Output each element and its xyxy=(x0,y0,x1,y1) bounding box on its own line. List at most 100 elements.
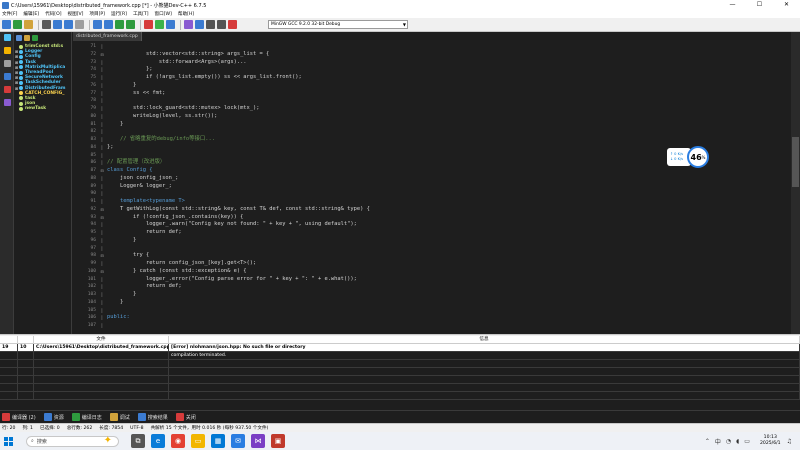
code-line[interactable]: if (!args_list.empty()) ss << args_list.… xyxy=(107,74,787,82)
toolbar-button-icon[interactable] xyxy=(104,20,113,29)
close-window-button[interactable]: ✕ xyxy=(773,0,800,10)
chrome-icon[interactable]: ◉ xyxy=(171,434,185,448)
code-line[interactable]: } xyxy=(107,121,787,129)
code-line[interactable]: logger_.error("Config parse error for " … xyxy=(107,276,787,284)
code-line[interactable]: return def; xyxy=(107,229,787,237)
notification-bell-icon[interactable]: ♫ xyxy=(787,438,792,445)
toolbar-button-icon[interactable] xyxy=(155,20,164,29)
code-area[interactable]: 71 72 73 74 75 76 77 78 79 80 81 82 83 84 85 86 87 88 89 90… xyxy=(73,43,791,334)
col-header-file[interactable]: 文件 xyxy=(34,336,169,343)
menu-item[interactable]: 视图[V] xyxy=(68,11,84,17)
message-row[interactable]: 19 10 C:\Users\15961\Desktop\distributed… xyxy=(0,344,800,352)
start-button[interactable] xyxy=(4,436,13,446)
code-line[interactable]: if (!config_json_.contains(key)) { xyxy=(107,214,787,222)
toolbar-button-icon[interactable] xyxy=(195,20,204,29)
code-line[interactable]: } catch (const std::exception& e) { xyxy=(107,268,787,276)
code-line[interactable]: } xyxy=(107,291,787,299)
toolbar-button-icon[interactable] xyxy=(184,20,193,29)
toolbar-button-icon[interactable] xyxy=(42,20,51,29)
class-tree-item[interactable]: newTask xyxy=(14,106,71,111)
toolbar-button-icon[interactable] xyxy=(93,20,102,29)
vs-icon[interactable]: ⋈ xyxy=(251,434,265,448)
toolbar-button-icon[interactable] xyxy=(126,20,135,29)
code-line[interactable]: }; xyxy=(107,66,787,74)
bottom-tab[interactable]: 资源 xyxy=(43,413,64,421)
fold-toggle-icon[interactable]: ⊟ xyxy=(99,167,105,175)
menu-item[interactable]: 编辑[E] xyxy=(23,11,39,17)
minimize-button[interactable]: — xyxy=(719,0,746,10)
toolbar-button-icon[interactable] xyxy=(206,20,215,29)
network-speed-widget[interactable]: ↑ 0 K/s ↓ 0 K/s 46% xyxy=(667,146,709,168)
code-line[interactable]: std::forward<Args>(args)... xyxy=(107,59,787,67)
sort-icon[interactable] xyxy=(16,35,22,41)
code-line[interactable]: std::vector<std::string> args_list = { xyxy=(107,51,787,59)
toolbar-button-icon[interactable] xyxy=(75,20,84,29)
maximize-button[interactable]: ☐ xyxy=(746,0,773,10)
menu-item[interactable]: 项目[P] xyxy=(89,11,105,17)
toolbar-button-icon[interactable] xyxy=(13,20,22,29)
col-header-line[interactable] xyxy=(0,336,18,343)
code-line[interactable]: ss << fmt; xyxy=(107,90,787,98)
toolbar-button-icon[interactable] xyxy=(115,20,124,29)
task-view-icon[interactable]: ⧉ xyxy=(131,434,145,448)
vertical-scrollbar[interactable] xyxy=(791,32,800,334)
toolbar-button-icon[interactable] xyxy=(2,20,11,29)
toolbar-button-icon[interactable] xyxy=(217,20,226,29)
menu-item[interactable]: 工具[T] xyxy=(133,11,149,17)
code-line[interactable]: } xyxy=(107,299,787,307)
col-header-message[interactable]: 信息 xyxy=(169,336,800,343)
volume-icon[interactable]: ◖ xyxy=(736,438,739,445)
toolbar-button-icon[interactable] xyxy=(166,20,175,29)
code-line[interactable]: T getWithLog(const std::string& key, con… xyxy=(107,206,787,214)
code-line[interactable] xyxy=(107,245,787,253)
code-line[interactable]: Logger& logger_; xyxy=(107,183,787,191)
menu-item[interactable]: 文件[F] xyxy=(2,11,17,17)
menu-item[interactable]: 代码[O] xyxy=(45,11,61,17)
code-line[interactable] xyxy=(107,190,787,198)
code-line[interactable]: class Config { xyxy=(107,167,787,175)
code-line[interactable] xyxy=(107,43,787,51)
menu-item[interactable]: 窗口[W] xyxy=(155,11,172,17)
code-line[interactable] xyxy=(107,307,787,315)
code-line[interactable]: std::lock_guard<std::mutex> lock(mtx_); xyxy=(107,105,787,113)
fold-toggle-icon[interactable]: ⊟ xyxy=(99,268,105,276)
code-line[interactable] xyxy=(107,97,787,105)
bottom-tab[interactable]: 搜索结果 xyxy=(137,413,168,421)
bottom-tab[interactable]: 编译日志 xyxy=(71,413,102,421)
menu-item[interactable]: 运行[R] xyxy=(111,11,127,17)
file-tab[interactable]: distributed_framework.cpp xyxy=(73,32,142,41)
tab-todo[interactable] xyxy=(0,97,14,107)
code-line[interactable]: return config_json_[key].get<T>(); xyxy=(107,260,787,268)
code-line[interactable] xyxy=(107,128,787,136)
toolbar-button-icon[interactable] xyxy=(64,20,73,29)
language-icon[interactable]: 中 xyxy=(715,437,721,446)
code-line[interactable]: // 省略重复的debug/info等接口... xyxy=(107,136,787,144)
fold-toggle-icon[interactable]: ⊟ xyxy=(99,252,105,260)
code-line[interactable]: } xyxy=(107,237,787,245)
tab-watch[interactable] xyxy=(0,71,14,81)
bottom-tab[interactable]: 编译器 (2) xyxy=(2,413,36,421)
bottom-tab[interactable]: 调试 xyxy=(109,413,130,421)
toolbar-button-icon[interactable] xyxy=(53,20,62,29)
devcpp-icon[interactable]: ▣ xyxy=(271,434,285,448)
code-line[interactable]: writeLog(level, ss.str()); xyxy=(107,113,787,121)
fold-toggle-icon[interactable]: ⊟ xyxy=(99,214,105,222)
status-encoding[interactable]: UTF-8 xyxy=(130,426,143,431)
toolbar-button-icon[interactable] xyxy=(228,20,237,29)
toolbar-button-icon[interactable] xyxy=(144,20,153,29)
explorer-icon[interactable]: ▭ xyxy=(191,434,205,448)
compiler-select[interactable]: MinGW GCC 9.2.0 32-bit Debug ▼ xyxy=(268,20,408,29)
code-line[interactable]: logger_.warn("Config key not found: " + … xyxy=(107,221,787,229)
code-line[interactable]: return def; xyxy=(107,283,787,291)
code-line[interactable]: template<typename T> xyxy=(107,198,787,206)
clock[interactable]: 10:13 2025/6/1 xyxy=(760,435,781,447)
code-line[interactable]: json config_json_; xyxy=(107,175,787,183)
bottom-tab[interactable]: 关闭 xyxy=(175,413,196,421)
store-icon[interactable]: ▦ xyxy=(211,434,225,448)
code-line[interactable]: public: xyxy=(107,314,787,322)
toolbar-button-icon[interactable] xyxy=(24,20,33,29)
tab-class-browser[interactable] xyxy=(0,32,14,42)
code-line[interactable] xyxy=(107,322,787,330)
menu-item[interactable]: 帮助[H] xyxy=(178,11,194,17)
inherited-icon[interactable] xyxy=(32,35,38,41)
